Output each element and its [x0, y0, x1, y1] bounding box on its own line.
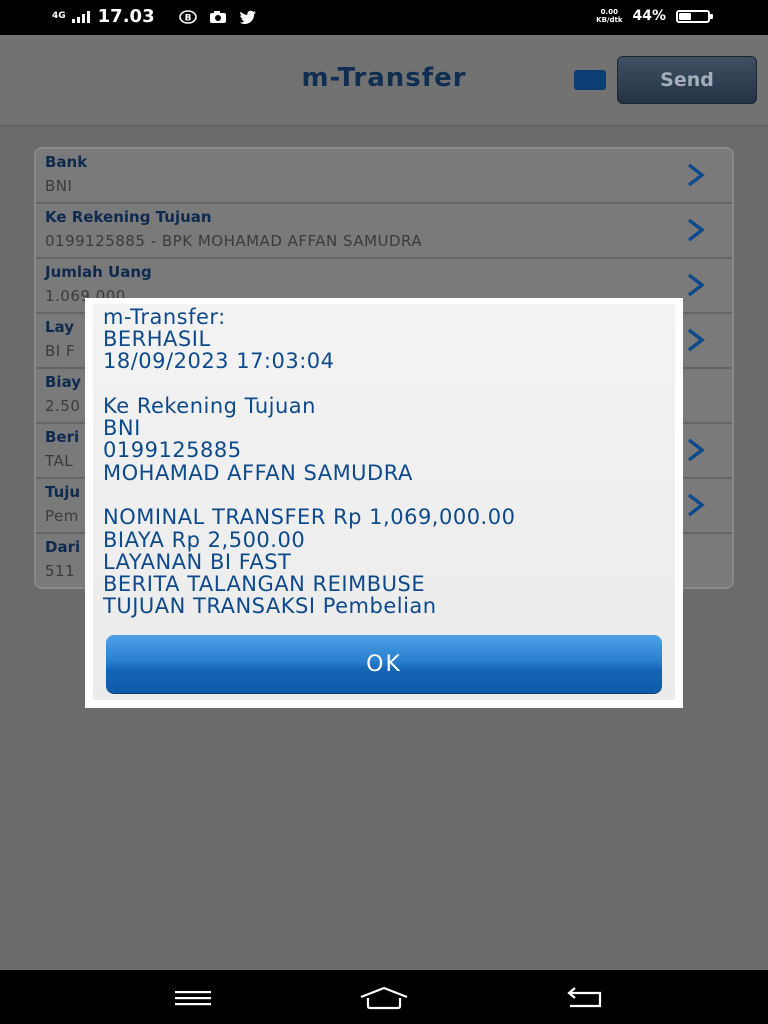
navigation-bar	[0, 970, 768, 1024]
chevron-right-icon	[687, 218, 705, 242]
indicator-button[interactable]	[574, 70, 606, 90]
message-line: BNI	[103, 416, 141, 441]
chevron-right-icon	[687, 493, 705, 517]
dialog-message: m-Transfer: BERHASIL 18/09/2023 17:03:04…	[103, 306, 665, 617]
row-label: Ke Rekening Tujuan	[45, 208, 212, 226]
transfer-result-dialog: m-Transfer: BERHASIL 18/09/2023 17:03:04…	[85, 298, 683, 708]
row-value: 0199125885 - BPK MOHAMAD AFFAN SAMUDRA	[45, 232, 423, 250]
row-label: Dari	[45, 538, 81, 556]
network-speed-value: 0.00	[600, 8, 618, 16]
message-line: BIAYA Rp 2,500.00	[103, 527, 306, 552]
status-time: 17.03	[97, 6, 155, 27]
row-label: Beri	[45, 428, 80, 446]
message-line: MOHAMAD AFFAN SAMUDRA	[103, 460, 413, 485]
chevron-right-icon	[687, 163, 705, 187]
row-value: TAL	[45, 452, 74, 470]
status-right: 0.00 KB/dtk 44%	[596, 8, 713, 24]
chevron-right-icon	[687, 438, 705, 462]
battery-icon	[676, 9, 713, 23]
message-line: LAYANAN BI FAST	[103, 549, 292, 574]
camera-icon	[209, 10, 226, 23]
row-value: BNI	[45, 177, 73, 195]
message-line: 18/09/2023 17:03:04	[103, 349, 335, 374]
message-line: 0199125885	[103, 438, 242, 463]
ok-button[interactable]: OK	[106, 635, 662, 693]
send-button[interactable]: Send	[617, 56, 757, 104]
home-icon[interactable]	[358, 984, 410, 1012]
chevron-right-icon	[687, 328, 705, 352]
form-row-account[interactable]: Ke Rekening Tujuan 0199125885 - BPK MOHA…	[36, 204, 732, 259]
row-label: Jumlah Uang	[45, 263, 152, 281]
dialog-body: m-Transfer: BERHASIL 18/09/2023 17:03:04…	[93, 304, 675, 700]
menu-icon[interactable]	[173, 984, 213, 1012]
row-label: Lay	[45, 318, 74, 336]
app-header: m-Transfer Send	[0, 35, 768, 126]
chevron-right-icon	[687, 273, 705, 297]
battery-percent: 44%	[632, 8, 666, 24]
message-line: BERHASIL	[103, 327, 211, 352]
svg-text:B: B	[184, 13, 191, 23]
row-label: Tuju	[45, 483, 81, 501]
network-speed-unit: KB/dtk	[596, 16, 623, 24]
network-speed: 0.00 KB/dtk	[596, 8, 622, 24]
back-icon[interactable]	[566, 984, 606, 1012]
message-line: TUJUAN TRANSAKSI Pembelian	[103, 594, 437, 619]
status-bar: 4G 17.03 B 0.00 KB/dtk 44%	[0, 0, 768, 35]
network-type: 4G	[52, 11, 66, 21]
row-value: 511	[45, 562, 76, 580]
row-value: BI F	[45, 342, 76, 360]
row-label: Bank	[45, 153, 88, 171]
message-line: m-Transfer:	[103, 305, 226, 329]
row-value: Pem	[45, 507, 79, 525]
b-chat-icon: B	[178, 9, 197, 24]
form-row-bank[interactable]: Bank BNI	[36, 149, 732, 204]
row-value: 2.50	[45, 397, 81, 415]
battery-fill	[679, 12, 691, 20]
message-line: BERITA TALANGAN REIMBUSE	[103, 571, 426, 596]
status-left: 4G 17.03 B	[52, 6, 257, 27]
row-label: Biay	[45, 373, 82, 391]
signal-icon	[71, 10, 90, 23]
message-line: Ke Rekening Tujuan	[103, 394, 316, 419]
message-line: NOMINAL TRANSFER Rp 1,069,000.00	[103, 505, 516, 530]
twitter-icon	[239, 10, 256, 24]
